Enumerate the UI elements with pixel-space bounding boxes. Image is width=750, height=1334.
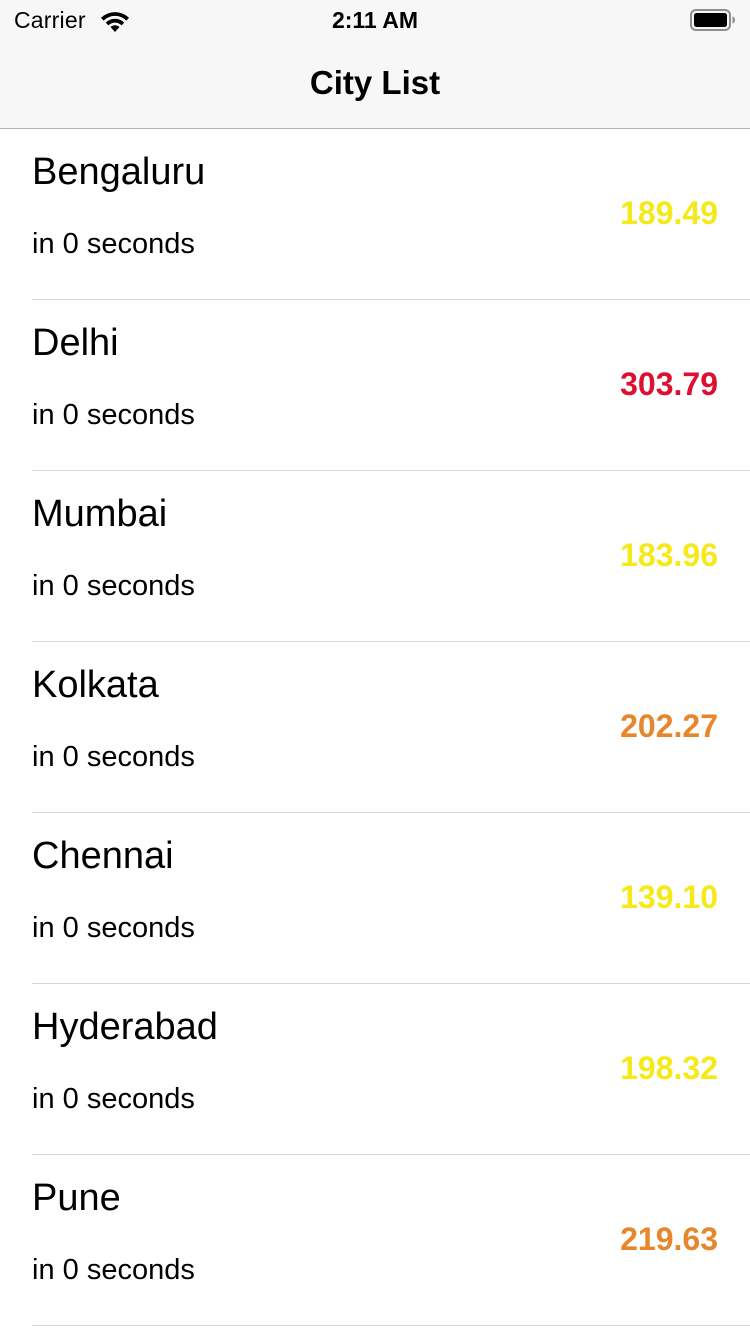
last-updated-label: in 0 seconds bbox=[32, 228, 195, 260]
last-updated-label: in 0 seconds bbox=[32, 570, 195, 602]
city-list: Bengaluru in 0 seconds 189.49 Delhi in 0 sec… bbox=[0, 129, 750, 1326]
status-time: 2:11 AM bbox=[331, 7, 419, 33]
last-updated-label: in 0 seconds bbox=[32, 912, 195, 944]
city-name: Pune bbox=[32, 1177, 121, 1219]
city-row[interactable]: Mumbai in 0 seconds 183.96 bbox=[32, 471, 750, 642]
city-name: Delhi bbox=[32, 322, 119, 364]
aqi-value: 139.10 bbox=[620, 879, 718, 915]
aqi-value: 303.79 bbox=[620, 366, 718, 402]
aqi-value: 219.63 bbox=[620, 1221, 718, 1257]
page-title: City List bbox=[309, 64, 441, 101]
city-row[interactable]: Pune in 0 seconds 219.63 bbox=[32, 1155, 750, 1326]
city-name: Hyderabad bbox=[32, 1006, 218, 1048]
navigation-bar: City List bbox=[0, 40, 750, 129]
city-name: Mumbai bbox=[32, 493, 168, 535]
city-row[interactable]: Delhi in 0 seconds 303.79 bbox=[32, 300, 750, 471]
last-updated-label: in 0 seconds bbox=[32, 1254, 195, 1286]
last-updated-label: in 0 seconds bbox=[32, 741, 195, 773]
city-name: Kolkata bbox=[32, 664, 159, 706]
aqi-value: 183.96 bbox=[620, 537, 718, 573]
battery-icon bbox=[690, 9, 735, 31]
city-row[interactable]: Kolkata in 0 seconds 202.27 bbox=[32, 642, 750, 813]
aqi-value: 189.49 bbox=[620, 195, 718, 231]
aqi-value: 202.27 bbox=[620, 708, 718, 744]
aqi-value: 198.32 bbox=[620, 1050, 718, 1086]
city-name: Chennai bbox=[32, 835, 174, 877]
city-row[interactable]: Bengaluru in 0 seconds 189.49 bbox=[32, 129, 750, 300]
last-updated-label: in 0 seconds bbox=[32, 399, 195, 431]
last-updated-label: in 0 seconds bbox=[32, 1083, 195, 1115]
status-bar: Carrier 2:11 AM bbox=[0, 0, 750, 40]
city-name: Bengaluru bbox=[32, 151, 206, 193]
city-row[interactable]: Chennai in 0 seconds 139.10 bbox=[32, 813, 750, 984]
city-row[interactable]: Hyderabad in 0 seconds 198.32 bbox=[32, 984, 750, 1155]
